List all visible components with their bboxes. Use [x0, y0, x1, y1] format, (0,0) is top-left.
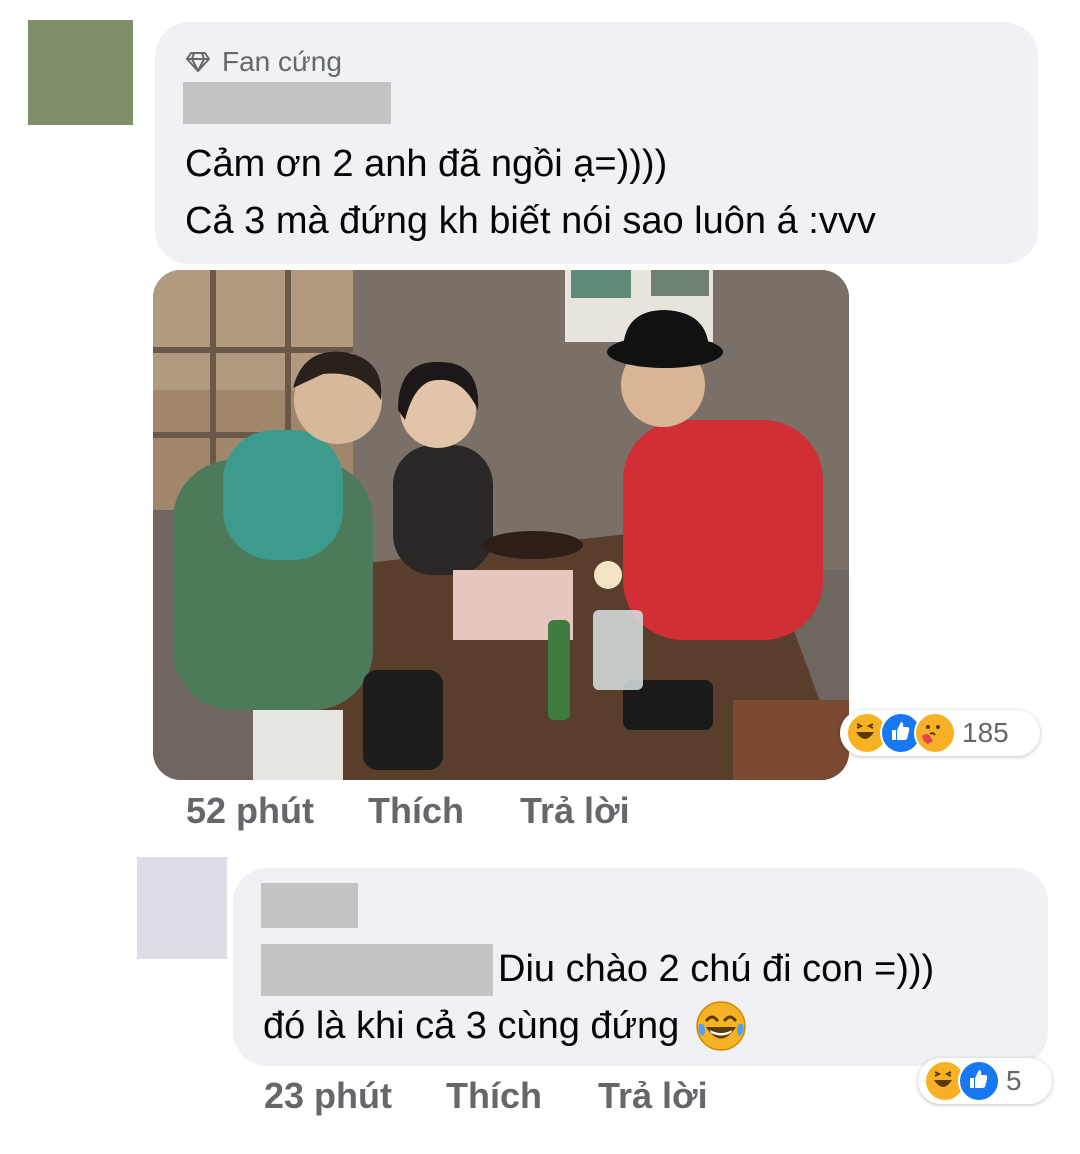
- reply-like-button[interactable]: Thích: [446, 1075, 542, 1117]
- diamond-icon: [186, 52, 210, 72]
- reply-line-2: đó là khi cả 3 cùng đứng: [263, 997, 747, 1055]
- reply-reaction-count: 5: [1006, 1065, 1022, 1096]
- care-icon: [914, 712, 956, 754]
- comment-line-1: Cảm ơn 2 anh đã ngồi ạ=)))): [185, 143, 668, 185]
- redacted-commenter-name: [183, 82, 391, 124]
- reaction-count: 185: [962, 717, 1009, 748]
- comment-timestamp[interactable]: 52 phút: [186, 790, 314, 832]
- laughing-tears-emoji: [696, 1001, 747, 1051]
- reaction-summary[interactable]: 185: [840, 710, 1040, 756]
- redacted-replier-name: [261, 883, 358, 928]
- redacted-mention: [261, 944, 493, 996]
- comment-photo[interactable]: [153, 270, 849, 780]
- reply-reply-button[interactable]: Trả lời: [598, 1075, 708, 1117]
- badge-label: Fan cứng: [222, 46, 342, 77]
- reply-actions: 23 phút Thích Trả lời: [264, 1075, 708, 1117]
- replier-avatar[interactable]: [137, 857, 227, 959]
- reply-timestamp[interactable]: 23 phút: [264, 1075, 392, 1117]
- reply-button[interactable]: Trả lời: [520, 790, 630, 832]
- top-fan-badge: Fan cứng: [186, 46, 342, 78]
- reply-line-1: Diu chào 2 chú đi con =))): [498, 948, 935, 990]
- photo-scene: [153, 270, 849, 780]
- like-icon: [958, 1060, 1000, 1102]
- reply-line-2-text: đó là khi cả 3 cùng đứng: [263, 1005, 680, 1047]
- reply-reaction-summary[interactable]: 5: [918, 1058, 1052, 1104]
- commenter-avatar[interactable]: [28, 20, 133, 125]
- like-button[interactable]: Thích: [368, 790, 464, 832]
- comment-line-2: Cả 3 mà đứng kh biết nói sao luôn á :vvv: [185, 200, 876, 242]
- comment-actions: 52 phút Thích Trả lời: [186, 790, 630, 832]
